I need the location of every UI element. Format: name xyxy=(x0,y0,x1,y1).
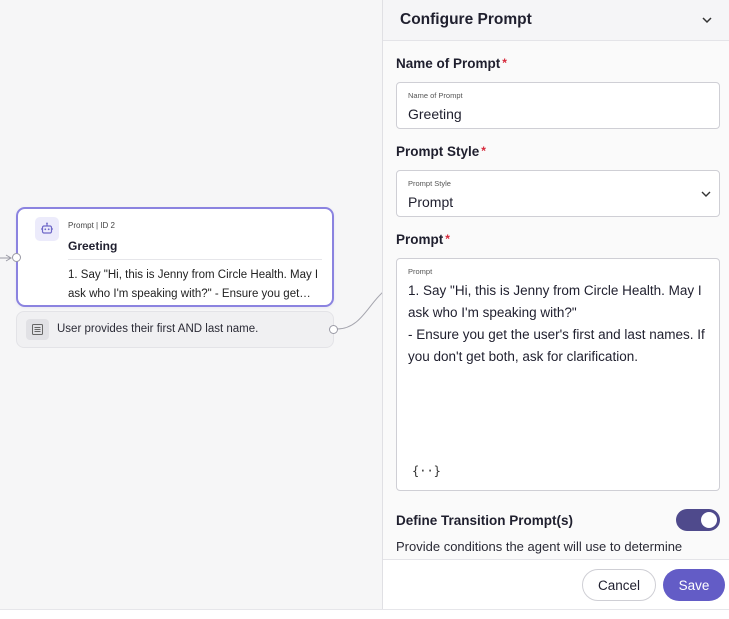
configure-prompt-panel: Configure Prompt Name of Prompt * Name of… xyxy=(382,0,729,609)
transition-toggle-row: Define Transition Prompt(s) xyxy=(396,509,720,531)
save-button[interactable]: Save xyxy=(663,569,725,601)
transition-card[interactable]: User provides their first AND last name. xyxy=(16,311,338,348)
panel-footer: Cancel Save xyxy=(383,559,729,609)
field-value: Prompt xyxy=(408,194,454,210)
prompt-node-card[interactable]: Prompt | ID 2 Greeting 1. Say "Hi, this … xyxy=(12,207,334,307)
required-marker: * xyxy=(445,232,450,246)
node-title: Greeting xyxy=(68,239,118,253)
field-caption: Prompt xyxy=(408,267,433,276)
transition-condition-text: User provides their first AND last name. xyxy=(57,323,259,335)
chevron-down-icon xyxy=(701,191,711,197)
required-marker: * xyxy=(502,56,507,70)
panel-body[interactable]: Name of Prompt * Name of Prompt Greeting … xyxy=(383,41,729,559)
name-of-prompt-label: Name of Prompt * xyxy=(396,56,507,71)
panel-header: Configure Prompt xyxy=(383,0,729,41)
collapse-button[interactable] xyxy=(697,10,717,30)
chevron-down-icon xyxy=(702,17,712,24)
define-transition-toggle[interactable] xyxy=(676,509,720,531)
cancel-button[interactable]: Cancel xyxy=(582,569,656,601)
prompt-style-label: Prompt Style * xyxy=(396,144,486,159)
prompt-text: 1. Say "Hi, this is Jenny from Circle He… xyxy=(408,283,705,364)
field-value: Greeting xyxy=(408,106,462,122)
prompt-textarea[interactable]: Prompt 1. Say "Hi, this is Jenny from Ci… xyxy=(396,258,720,491)
node-divider xyxy=(68,259,322,260)
insert-variable-button[interactable]: {··} xyxy=(412,464,441,478)
panel-title: Configure Prompt xyxy=(400,11,532,28)
transition-output-port[interactable] xyxy=(329,325,338,334)
prompt-label: Prompt * xyxy=(396,232,450,247)
required-marker: * xyxy=(481,144,486,158)
node-prompt-preview: 1. Say "Hi, this is Jenny from Circle He… xyxy=(68,269,319,300)
name-of-prompt-input[interactable]: Name of Prompt Greeting xyxy=(396,82,720,129)
toggle-knob xyxy=(701,512,717,528)
define-transition-label: Define Transition Prompt(s) xyxy=(396,512,574,528)
flow-canvas[interactable]: Prompt | ID 2 Greeting 1. Say "Hi, this … xyxy=(0,0,383,619)
node-meta: Prompt | ID 2 xyxy=(68,221,115,230)
field-caption: Name of Prompt xyxy=(408,91,463,100)
node-input-port[interactable] xyxy=(12,253,21,262)
connector-lines xyxy=(0,254,383,330)
field-caption: Prompt Style xyxy=(408,179,451,188)
bottom-strip xyxy=(0,609,729,619)
robot-icon xyxy=(35,217,59,241)
transition-description: Provide conditions the agent will use to… xyxy=(396,539,683,554)
list-icon xyxy=(26,319,49,340)
prompt-style-select[interactable]: Prompt Style Prompt xyxy=(396,170,720,217)
